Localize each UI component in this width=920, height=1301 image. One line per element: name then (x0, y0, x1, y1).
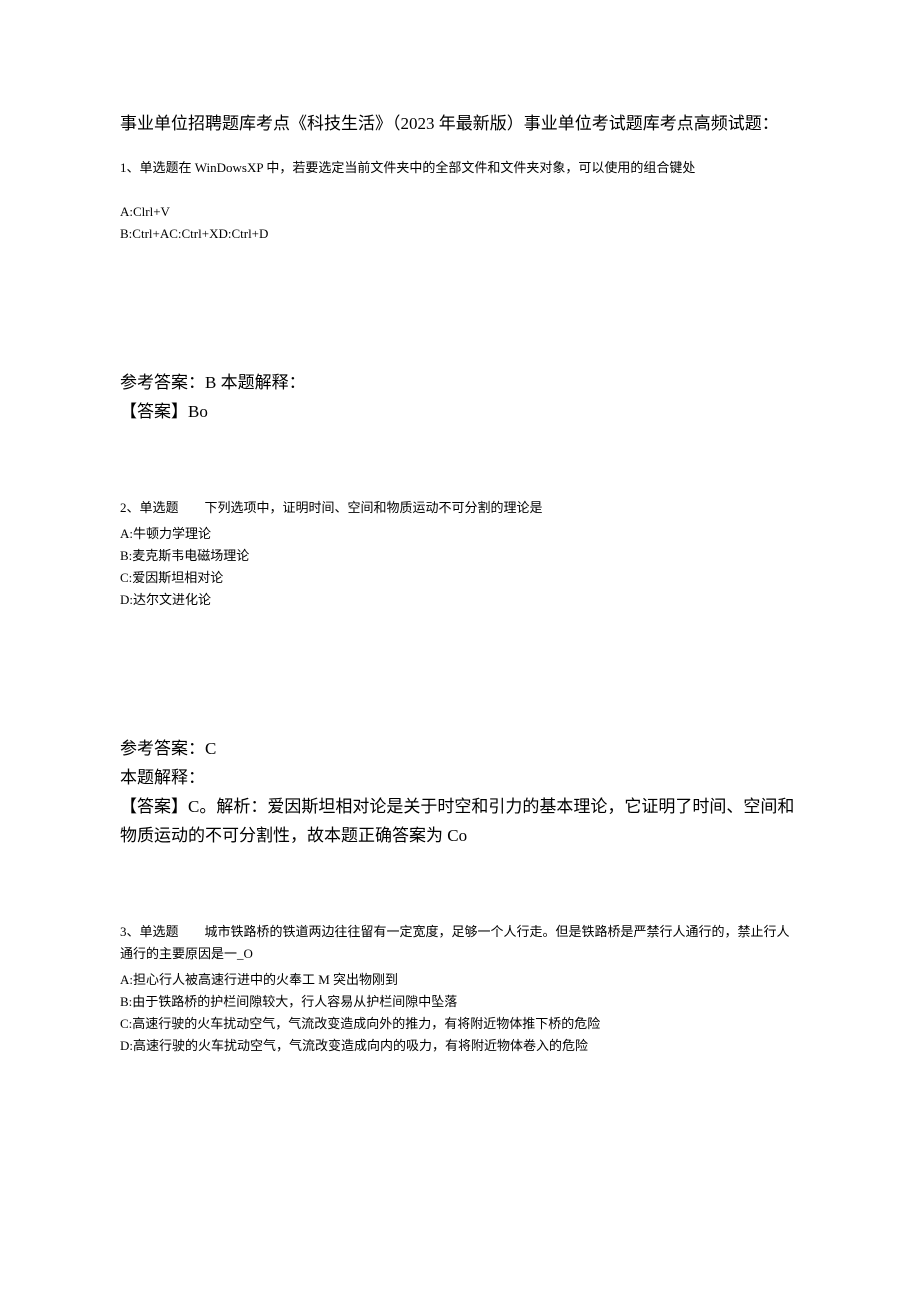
question-2-option-d: D:达尔文进化论 (120, 589, 800, 611)
question-2-option-a: A:牛顿力学理论 (120, 523, 800, 545)
question-2-answer-line3: 【答案】C。解析：爱因斯坦相对论是关于时空和引力的基本理论，它证明了时间、空间和… (120, 793, 800, 851)
question-3-options: A:担心行人被高速行进中的火奉工 M 突出物刚到 B:由于铁路桥的护栏间隙较大，… (120, 969, 800, 1057)
question-3-option-b: B:由于铁路桥的护栏间隙较大，行人容易从护栏间隙中坠落 (120, 991, 800, 1013)
question-2-option-b: B:麦克斯韦电磁场理论 (120, 545, 800, 567)
document-title: 事业单位招聘题库考点《科技生活》（2023 年最新版）事业单位考试题库考点高频试… (120, 110, 800, 139)
question-1-stem: 1、单选题在 WinDowsXP 中，若要选定当前文件夹中的全部文件和文件夹对象… (120, 157, 800, 179)
question-3-option-c: C:高速行驶的火车扰动空气，气流改变造成向外的推力，有将附近物体推下桥的危险 (120, 1013, 800, 1035)
question-3-option-a: A:担心行人被高速行进中的火奉工 M 突出物刚到 (120, 969, 800, 991)
question-1-option-a: A:Clrl+V (120, 201, 800, 223)
question-1-answer-line2: 【答案】Bo (120, 398, 800, 427)
question-1-options: A:Clrl+V B:Ctrl+AC:Ctrl+XD:Ctrl+D (120, 201, 800, 245)
question-1-answer-line1: 参考答案：B 本题解释： (120, 369, 800, 398)
question-3-option-d: D:高速行驶的火车扰动空气，气流改变造成向内的吸力，有将附近物体卷入的危险 (120, 1035, 800, 1057)
question-2-answer-line1: 参考答案：C (120, 735, 800, 764)
document-page: 事业单位招聘题库考点《科技生活》（2023 年最新版）事业单位考试题库考点高频试… (0, 0, 920, 1122)
question-1-option-b: B:Ctrl+AC:Ctrl+XD:Ctrl+D (120, 223, 800, 245)
question-3-stem: 3、单选题 城市铁路桥的铁道两边往往留有一定宽度，足够一个人行走。但是铁路桥是严… (120, 921, 800, 965)
question-2-options: A:牛顿力学理论 B:麦克斯韦电磁场理论 C:爱因斯坦相对论 D:达尔文进化论 (120, 523, 800, 611)
question-2-answer: 参考答案：C 本题解释： 【答案】C。解析：爱因斯坦相对论是关于时空和引力的基本… (120, 735, 800, 851)
question-2-stem: 2、单选题 下列选项中，证明时间、空间和物质运动不可分割的理论是 (120, 497, 800, 519)
question-2-answer-line2: 本题解释： (120, 764, 800, 793)
question-1-answer: 参考答案：B 本题解释： 【答案】Bo (120, 369, 800, 427)
question-2-option-c: C:爱因斯坦相对论 (120, 567, 800, 589)
